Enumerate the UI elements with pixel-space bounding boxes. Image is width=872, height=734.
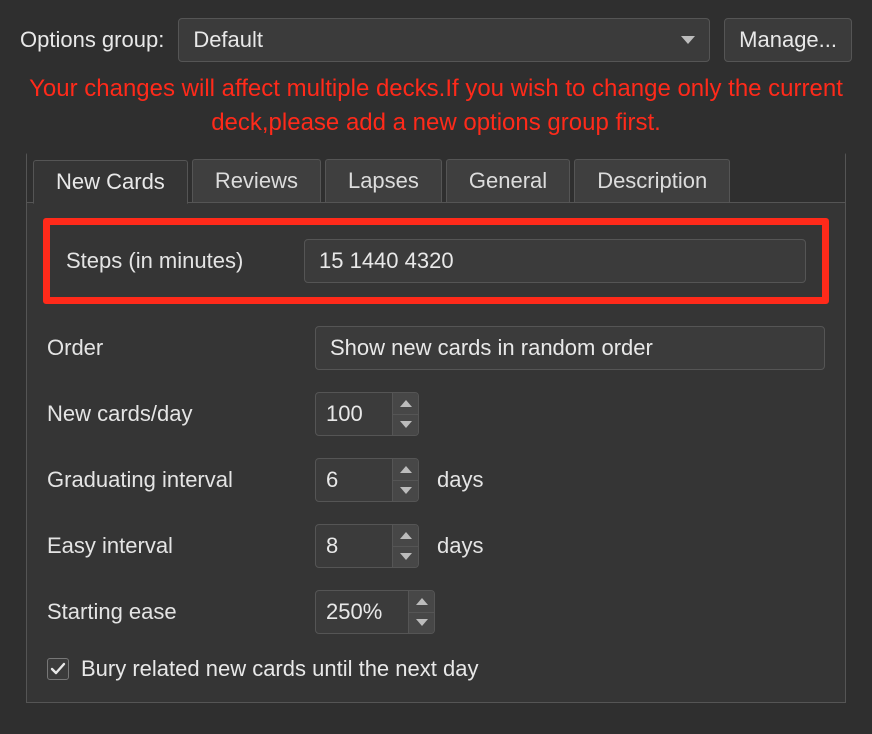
manage-button[interactable]: Manage... xyxy=(724,18,852,62)
triangle-down-icon xyxy=(400,553,412,560)
order-row: Order Show new cards in random order xyxy=(43,326,829,370)
chevron-down-icon xyxy=(681,36,695,44)
days-suffix: days xyxy=(437,467,483,493)
triangle-down-icon xyxy=(416,619,428,626)
tab-reviews[interactable]: Reviews xyxy=(192,159,321,202)
triangle-up-icon xyxy=(400,400,412,407)
order-select[interactable]: Show new cards in random order xyxy=(315,326,825,370)
easy-interval-stepper[interactable] xyxy=(315,524,419,568)
step-down-button[interactable] xyxy=(409,613,434,634)
step-up-button[interactable] xyxy=(409,591,434,613)
new-per-day-label: New cards/day xyxy=(47,401,297,427)
starting-ease-stepper[interactable] xyxy=(315,590,435,634)
graduating-interval-row: Graduating interval days xyxy=(43,458,829,502)
graduating-interval-input[interactable] xyxy=(316,459,392,501)
graduating-interval-label: Graduating interval xyxy=(47,467,297,493)
triangle-up-icon xyxy=(400,532,412,539)
easy-interval-label: Easy interval xyxy=(47,533,297,559)
triangle-down-icon xyxy=(400,421,412,428)
tab-bar: New Cards Reviews Lapses General Descrip… xyxy=(27,153,845,203)
order-label: Order xyxy=(47,335,297,361)
tabs-container: New Cards Reviews Lapses General Descrip… xyxy=(26,153,846,703)
easy-interval-row: Easy interval days xyxy=(43,524,829,568)
steps-input[interactable] xyxy=(304,239,806,283)
new-per-day-input[interactable] xyxy=(316,393,392,435)
deck-options-window: Options group: Default Manage... Your ch… xyxy=(0,0,872,703)
spinner-buttons xyxy=(408,591,434,633)
options-group-label: Options group: xyxy=(20,27,164,53)
check-icon xyxy=(50,661,66,677)
tab-new-cards[interactable]: New Cards xyxy=(33,160,188,204)
bury-label: Bury related new cards until the next da… xyxy=(81,656,478,682)
easy-interval-input[interactable] xyxy=(316,525,392,567)
graduating-interval-stepper[interactable] xyxy=(315,458,419,502)
new-per-day-stepper[interactable] xyxy=(315,392,419,436)
new-per-day-row: New cards/day xyxy=(43,392,829,436)
steps-highlight: Steps (in minutes) xyxy=(43,218,829,304)
new-cards-panel: Steps (in minutes) Order Show new cards … xyxy=(27,204,845,702)
header-row: Options group: Default Manage... xyxy=(20,18,852,62)
bury-checkbox[interactable] xyxy=(47,658,69,680)
warning-text: Your changes will affect multiple decks.… xyxy=(28,72,844,139)
order-value: Show new cards in random order xyxy=(330,335,653,361)
starting-ease-label: Starting ease xyxy=(47,599,297,625)
starting-ease-input[interactable] xyxy=(316,591,408,633)
starting-ease-row: Starting ease xyxy=(43,590,829,634)
triangle-up-icon xyxy=(416,598,428,605)
steps-label: Steps (in minutes) xyxy=(66,248,286,274)
step-down-button[interactable] xyxy=(393,415,418,436)
options-group-select[interactable]: Default xyxy=(178,18,710,62)
step-down-button[interactable] xyxy=(393,481,418,502)
tab-description[interactable]: Description xyxy=(574,159,730,202)
days-suffix: days xyxy=(437,533,483,559)
options-group-value: Default xyxy=(193,27,263,53)
step-up-button[interactable] xyxy=(393,459,418,481)
bury-row: Bury related new cards until the next da… xyxy=(43,656,829,682)
tab-general[interactable]: General xyxy=(446,159,570,202)
spinner-buttons xyxy=(392,393,418,435)
step-up-button[interactable] xyxy=(393,393,418,415)
spinner-buttons xyxy=(392,525,418,567)
triangle-down-icon xyxy=(400,487,412,494)
tab-lapses[interactable]: Lapses xyxy=(325,159,442,202)
triangle-up-icon xyxy=(400,466,412,473)
step-down-button[interactable] xyxy=(393,547,418,568)
spinner-buttons xyxy=(392,459,418,501)
step-up-button[interactable] xyxy=(393,525,418,547)
